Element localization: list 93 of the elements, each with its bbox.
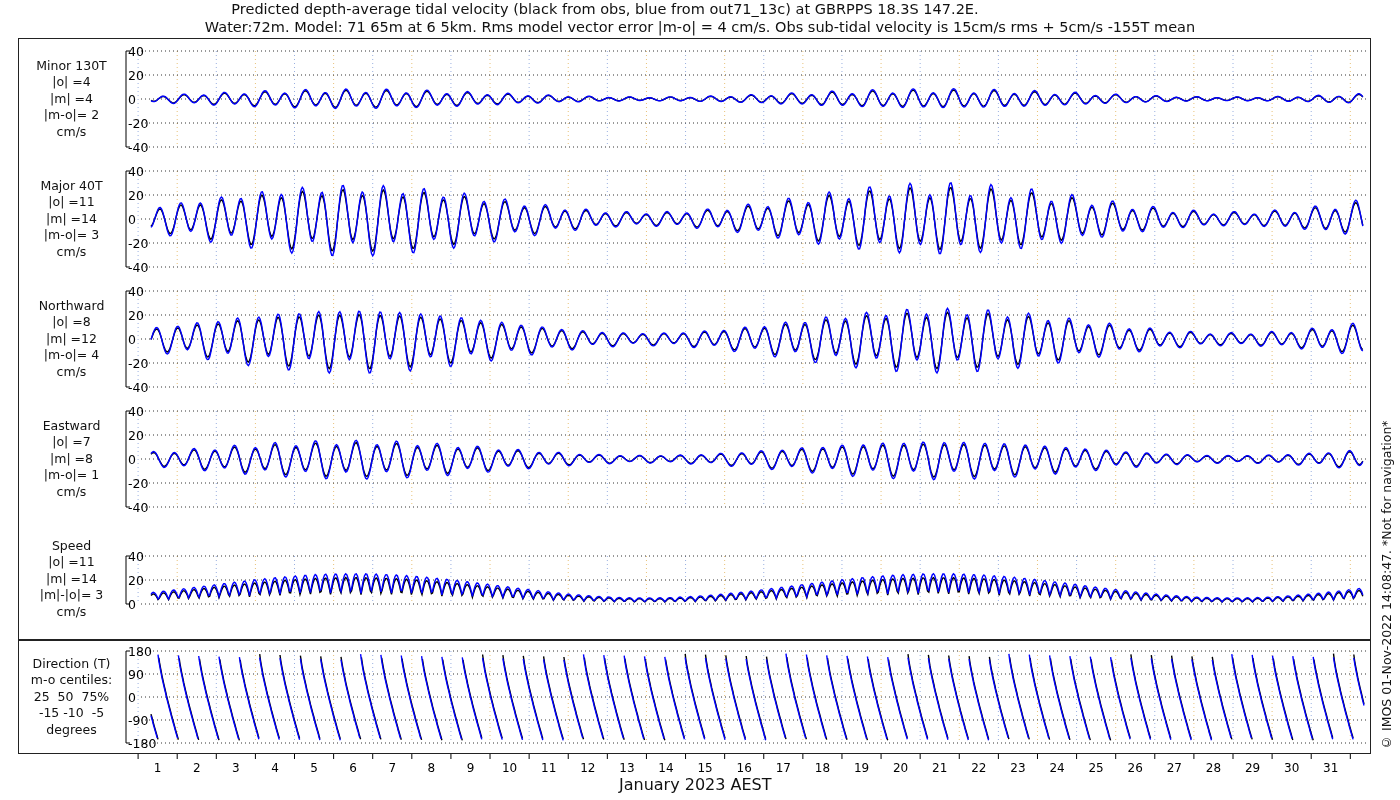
axis-tick-label: 25 [1088, 761, 1104, 775]
axis-tick-label: 31 [1323, 761, 1339, 775]
axis-tick-label: 13 [619, 761, 635, 775]
panel-label: 25 50 75% [33, 688, 110, 706]
axis-label: January 2023 AEST [619, 776, 773, 794]
axis-tick-label: 40 [128, 43, 144, 59]
axis-tick-label: 20 [128, 187, 144, 203]
axis-tick-label: -20 [128, 475, 149, 491]
axis-tick-label: 40 [128, 548, 144, 564]
panel-label: Eastward [42, 417, 101, 435]
panel-label: |m| =14 [46, 210, 97, 228]
credit-text: © IMOS 01-Nov-2022 14:08:47. *Not for navigation* [1379, 419, 1394, 750]
axis-tick-label: 20 [128, 307, 144, 323]
axis-tick-label: 7 [388, 761, 397, 775]
axis-tick-label: 11 [541, 761, 557, 775]
panel-label: Minor 130T [36, 57, 107, 75]
panel-label: |m-o|= 2 [43, 107, 100, 124]
axis-tick-label: 5 [310, 761, 318, 775]
axis-tick-label: 8 [427, 761, 436, 775]
panel-label: cm/s [56, 603, 87, 621]
axis-tick-label: 22 [971, 761, 987, 775]
panel-label: |o| =7 [52, 434, 91, 451]
axis-tick-label: 30 [1284, 761, 1300, 775]
panel-label: cm/s [56, 123, 87, 141]
axis-tick-label: 0 [128, 689, 136, 705]
axis-tick-label: 9 [466, 761, 475, 775]
axis-tick-label: -180 [128, 735, 157, 751]
panel-label: cm/s [56, 483, 87, 501]
axis-tick-label: 180 [128, 643, 152, 659]
axis-tick-label: -40 [128, 139, 149, 155]
axis-tick-label: 17 [775, 761, 791, 775]
axis-tick-label: -40 [128, 499, 149, 515]
axis-tick-label: -20 [128, 235, 149, 251]
axis-tick-label: 16 [736, 761, 752, 775]
axis-tick-label: 0 [128, 451, 136, 467]
panel-label: Major 40T [40, 177, 103, 195]
figure-title: Water:72m. Model: 71 65m at 6 5km. Rms model vector error |m-o| = 4 cm/s. Obs sub-tidal velocity is 15cm/s rms + 5cm/s -155T mean [204, 18, 1196, 36]
panel-label: |o| =11 [48, 554, 95, 571]
panel-label: |m-o|= 4 [43, 347, 100, 364]
panel-label: -15 -10 -5 [38, 705, 105, 722]
axis-tick-label: -20 [128, 115, 149, 131]
axis-tick-label: 0 [128, 331, 136, 347]
axis-tick-label: 40 [128, 283, 144, 299]
panel-label: |m| =8 [50, 450, 93, 468]
axis-tick-label: 24 [1049, 761, 1065, 775]
axis-tick-label: 29 [1244, 761, 1261, 775]
axis-tick-label: 23 [1010, 761, 1026, 775]
axis-tick-label: 1 [153, 761, 162, 775]
axis-tick-label: 12 [580, 761, 596, 775]
axis-tick-label: 26 [1127, 761, 1143, 775]
axis-tick-label: 20 [893, 761, 909, 775]
axis-tick-label: 15 [697, 761, 713, 775]
panel-label: cm/s [56, 363, 87, 381]
panel-label: |m-o|= 3 [43, 227, 100, 244]
panel-label: Northward [38, 297, 105, 315]
axis-tick-label: 40 [128, 403, 144, 419]
axis-tick-label: 20 [128, 427, 144, 443]
panel-label: Speed [51, 537, 92, 555]
axis-tick-label: 4 [271, 761, 279, 775]
panel-label: |m|-|o|= 3 [39, 587, 104, 604]
axis-tick-label: 27 [1166, 761, 1182, 775]
axis-tick-label: 6 [349, 761, 357, 775]
axis-tick-label: 3 [232, 761, 240, 775]
axis-tick-label: 14 [658, 761, 674, 775]
panel-label: |o| =11 [48, 194, 95, 211]
axis-tick-label: 28 [1205, 761, 1222, 775]
panel-label: |o| =4 [52, 74, 91, 91]
axis-tick-label: 0 [128, 211, 136, 227]
axis-tick-label: 0 [128, 91, 136, 107]
axis-tick-label: 19 [853, 761, 870, 775]
axis-tick-label: 0 [128, 596, 136, 612]
axis-tick-label: 20 [128, 572, 144, 588]
panel-label: |m| =4 [50, 90, 93, 108]
axis-tick-label: 18 [814, 761, 831, 775]
figure-title: Predicted depth-average tidal velocity (black from obs, blue from out71_13c) at GBRPPS 18.3S 147.2E. [231, 0, 979, 18]
axis-tick-label: 20 [128, 67, 144, 83]
panel-label: cm/s [56, 243, 87, 261]
axis-tick-label: -90 [128, 712, 149, 728]
panel-label: |m| =12 [46, 330, 97, 348]
panel-label: |o| =8 [52, 314, 91, 331]
axis-tick-label: 40 [128, 163, 144, 179]
axis-tick-label: -40 [128, 379, 149, 395]
panel-label: m-o centiles: [30, 672, 113, 689]
panel-label: Direction (T) [32, 655, 111, 673]
panel-label: |m-o|= 1 [43, 467, 100, 484]
axis-tick-label: 10 [501, 761, 518, 775]
panel-label: |m| =14 [46, 570, 97, 588]
axis-tick-label: 2 [192, 761, 201, 775]
axis-tick-label: 90 [128, 666, 144, 682]
panel-label: degrees [46, 721, 97, 739]
axis-tick-label: -20 [128, 355, 149, 371]
axis-tick-label: -40 [128, 259, 149, 275]
axis-tick-label: 21 [932, 761, 948, 775]
